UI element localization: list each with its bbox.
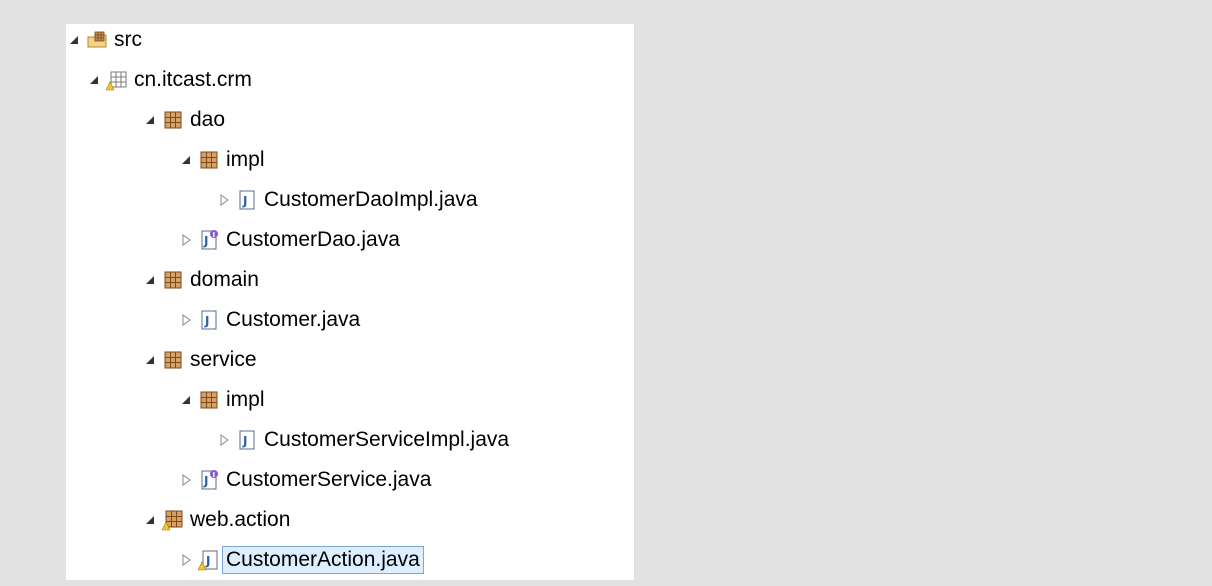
- collapsed-arrow-icon[interactable]: [178, 232, 194, 248]
- java-class-icon: J: [198, 309, 220, 331]
- expanded-arrow-icon[interactable]: [142, 352, 158, 368]
- tree-item-label: dao: [190, 108, 226, 131]
- java-interface-icon: J I: [198, 469, 220, 491]
- tree-item-customerdaoimpl[interactable]: J CustomerDaoImpl.java: [216, 180, 478, 220]
- empty-package-warning-icon: [106, 69, 128, 91]
- expanded-arrow-icon[interactable]: [142, 512, 158, 528]
- tree-item-dao[interactable]: dao: [142, 100, 225, 140]
- tree-item-label: CustomerDaoImpl.java: [264, 188, 478, 211]
- tree-item-customeraction[interactable]: J CustomerAction.java: [178, 540, 424, 580]
- tree-item-label: service: [190, 348, 257, 371]
- expanded-arrow-icon[interactable]: [142, 272, 158, 288]
- tree-item-label: impl: [226, 148, 265, 171]
- svg-text:I: I: [213, 471, 216, 479]
- tree-item-web-action[interactable]: web.action: [142, 500, 290, 540]
- tree-item-customerservice[interactable]: J I CustomerService.java: [178, 460, 431, 500]
- java-class-warning-icon: J: [198, 549, 220, 571]
- expanded-arrow-icon[interactable]: [178, 392, 194, 408]
- tree-item-service[interactable]: service: [142, 340, 257, 380]
- expanded-arrow-icon[interactable]: [142, 112, 158, 128]
- tree-item-service-impl[interactable]: impl: [178, 380, 265, 420]
- collapsed-arrow-icon[interactable]: [178, 472, 194, 488]
- tree-item-label: cn.itcast.crm: [134, 68, 252, 91]
- expanded-arrow-icon[interactable]: [178, 152, 194, 168]
- tree-item-customerserviceimpl[interactable]: J CustomerServiceImpl.java: [216, 420, 509, 460]
- source-folder-icon: [86, 29, 108, 51]
- tree-item-dao-impl[interactable]: impl: [178, 140, 265, 180]
- tree-item-src[interactable]: src: [66, 20, 142, 60]
- svg-text:J: J: [242, 434, 247, 448]
- svg-text:J: J: [205, 554, 210, 568]
- package-icon: [198, 149, 220, 171]
- expanded-arrow-icon[interactable]: [86, 72, 102, 88]
- tree-item-label: Customer.java: [226, 308, 361, 331]
- tree-item-domain[interactable]: domain: [142, 260, 259, 300]
- java-interface-icon: J I: [198, 229, 220, 251]
- java-class-icon: J: [236, 429, 258, 451]
- svg-text:J: J: [242, 194, 247, 208]
- package-icon: [162, 109, 184, 131]
- tree-item-label: domain: [190, 268, 259, 291]
- tree-item-customerdao[interactable]: J I CustomerDao.java: [178, 220, 400, 260]
- svg-text:J: J: [204, 314, 209, 328]
- tree-item-label: CustomerServiceImpl.java: [264, 428, 510, 451]
- tree-item-label: CustomerAction.java: [222, 546, 424, 574]
- tree-item-label: CustomerService.java: [226, 468, 432, 491]
- expanded-arrow-icon[interactable]: [66, 32, 82, 48]
- tree-item-label: impl: [226, 388, 265, 411]
- tree-item-cn-itcast-crm[interactable]: cn.itcast.crm: [86, 60, 252, 100]
- svg-text:J: J: [203, 234, 208, 248]
- collapsed-arrow-icon[interactable]: [216, 432, 232, 448]
- collapsed-arrow-icon[interactable]: [178, 552, 194, 568]
- collapsed-arrow-icon[interactable]: [216, 192, 232, 208]
- package-icon: [162, 269, 184, 291]
- tree-item-label: src: [114, 28, 142, 51]
- package-icon: [162, 349, 184, 371]
- collapsed-arrow-icon[interactable]: [178, 312, 194, 328]
- tree-item-label: web.action: [190, 508, 291, 531]
- package-icon: [198, 389, 220, 411]
- package-warning-icon: [162, 509, 184, 531]
- package-explorer-panel: src cn.itcast.crm dao impl J CustomerDao…: [66, 24, 634, 580]
- tree-item-label: CustomerDao.java: [226, 228, 400, 251]
- svg-text:I: I: [213, 231, 216, 239]
- java-class-icon: J: [236, 189, 258, 211]
- tree-item-customer[interactable]: J Customer.java: [178, 300, 360, 340]
- svg-text:J: J: [203, 474, 208, 488]
